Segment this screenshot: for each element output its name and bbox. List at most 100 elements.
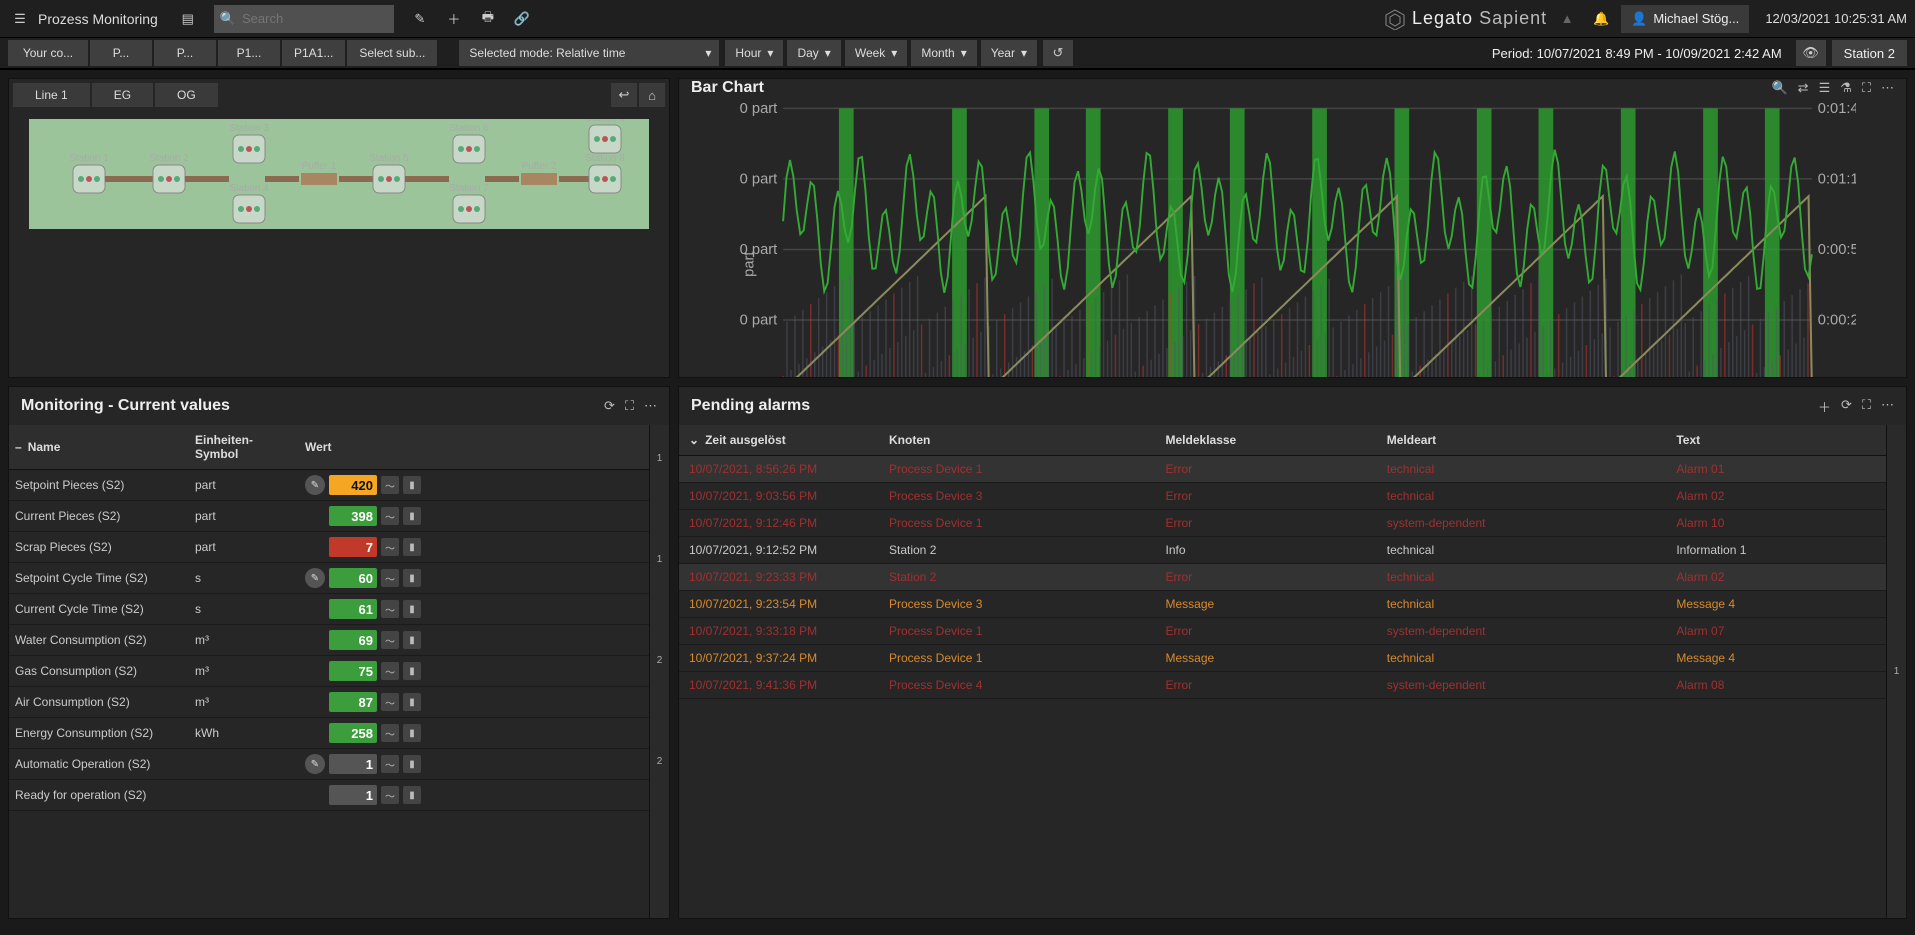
bars-icon[interactable]: ▮ (403, 507, 421, 525)
list-icon[interactable]: ▤ (174, 5, 202, 33)
search-box[interactable]: 🔍 (214, 5, 394, 33)
bars-icon[interactable]: ▮ (403, 538, 421, 556)
alarm-row[interactable]: 10/07/2021, 9:03:56 PMProcess Device 3Er… (679, 483, 1886, 510)
add-icon[interactable]: ＋ (440, 5, 468, 33)
refresh-icon[interactable]: ⟳ (1841, 397, 1852, 416)
trend-icon[interactable]: 〜 (381, 600, 399, 618)
bars-icon[interactable]: ▮ (403, 600, 421, 618)
al-col-kind[interactable]: Meldeart (1377, 425, 1667, 456)
zoom-icon[interactable]: 🔍 (1771, 80, 1787, 96)
print-icon[interactable]: 🖶 (474, 5, 502, 33)
bars-icon[interactable]: ▮ (403, 786, 421, 804)
al-col-node[interactable]: Knoten (879, 425, 1156, 456)
cv-col-value[interactable]: Wert (299, 425, 649, 470)
trend-icon[interactable]: 〜 (381, 662, 399, 680)
trend-icon[interactable]: 〜 (381, 631, 399, 649)
list-view-icon[interactable]: ☰ (1819, 80, 1831, 96)
bars-icon[interactable]: ▮ (403, 569, 421, 587)
more-icon[interactable]: ⋯ (1881, 397, 1894, 416)
refresh-icon[interactable]: ⟳ (604, 398, 615, 414)
trend-icon[interactable]: 〜 (381, 693, 399, 711)
breadcrumb-item[interactable]: P1... (218, 40, 280, 66)
bars-icon[interactable]: ▮ (403, 693, 421, 711)
more-icon[interactable]: ⋯ (1881, 80, 1894, 96)
alarm-row[interactable]: 10/07/2021, 9:33:18 PMProcess Device 1Er… (679, 618, 1886, 645)
cv-row[interactable]: Scrap Pieces (S2)part7〜▮ (9, 532, 649, 563)
time-range-hour[interactable]: Hour ▾ (725, 40, 783, 66)
link-icon[interactable]: 🔗 (508, 5, 536, 33)
cv-row[interactable]: Gas Consumption (S2)m³75〜▮ (9, 656, 649, 687)
breadcrumb-item[interactable]: P... (90, 40, 152, 66)
cv-col-unit[interactable]: Einheiten-Symbol (189, 425, 299, 470)
trend-icon[interactable]: 〜 (381, 755, 399, 773)
cv-row[interactable]: Water Consumption (S2)m³69〜▮ (9, 625, 649, 656)
alarm-row[interactable]: 10/07/2021, 8:56:26 PMProcess Device 1Er… (679, 456, 1886, 483)
alarm-row[interactable]: 10/07/2021, 9:12:52 PMStation 2Infotechn… (679, 537, 1886, 564)
cv-col-name[interactable]: Name (28, 440, 61, 454)
breadcrumb-item[interactable]: P... (154, 40, 216, 66)
edit-icon[interactable]: ✎ (406, 5, 434, 33)
breadcrumb-item[interactable]: Select sub... (347, 40, 437, 66)
fullscreen-icon[interactable]: ⛶ (1862, 397, 1871, 416)
cv-row[interactable]: Air Consumption (S2)m³87〜▮ (9, 687, 649, 718)
filter-icon[interactable]: ⚗ (1840, 80, 1852, 96)
breadcrumb-item[interactable]: Your co... (8, 40, 88, 66)
alarm-row[interactable]: 10/07/2021, 9:12:46 PMProcess Device 1Er… (679, 510, 1886, 537)
time-range-day[interactable]: Day ▾ (787, 40, 840, 66)
trend-icon[interactable]: 〜 (381, 786, 399, 804)
warning-icon[interactable]: ▲ (1553, 5, 1581, 33)
trend-icon[interactable]: 〜 (381, 538, 399, 556)
topology-canvas[interactable]: Station 1Station 2Station 3Station 4Puff… (13, 115, 665, 373)
bars-icon[interactable]: ▮ (403, 476, 421, 494)
menu-icon[interactable]: ☰ (8, 11, 32, 27)
bell-icon[interactable]: 🔔 (1587, 5, 1615, 33)
time-range-month[interactable]: Month ▾ (911, 40, 976, 66)
add-alarm-icon[interactable]: ＋ (1818, 397, 1831, 416)
cv-row[interactable]: Automatic Operation (S2)✎1〜▮ (9, 749, 649, 780)
fullscreen-icon[interactable]: ⛶ (1862, 80, 1871, 96)
cv-row[interactable]: Current Pieces (S2)part398〜▮ (9, 501, 649, 532)
al-col-class[interactable]: Meldeklasse (1156, 425, 1377, 456)
time-range-year[interactable]: Year ▾ (981, 40, 1037, 66)
cv-row[interactable]: Setpoint Pieces (S2)part✎420〜▮ (9, 470, 649, 501)
breadcrumb-item[interactable]: P1A1... (282, 40, 345, 66)
trend-icon[interactable]: 〜 (381, 476, 399, 494)
cv-row[interactable]: Energy Consumption (S2)kWh258〜▮ (9, 718, 649, 749)
bars-icon[interactable]: ▮ (403, 755, 421, 773)
cv-row[interactable]: Setpoint Cycle Time (S2)s✎60〜▮ (9, 563, 649, 594)
station-chip[interactable]: Station 2 (1832, 40, 1907, 66)
cv-row[interactable]: Current Cycle Time (S2)s61〜▮ (9, 594, 649, 625)
topo-tab-eg[interactable]: EG (92, 83, 153, 107)
trend-icon[interactable]: 〜 (381, 569, 399, 587)
alarm-row[interactable]: 10/07/2021, 9:37:24 PMProcess Device 1Me… (679, 645, 1886, 672)
more-icon[interactable]: ⋯ (644, 398, 657, 414)
al-col-time[interactable]: Zeit ausgelöst (705, 433, 786, 447)
topo-back-icon[interactable]: ↩ (611, 83, 637, 107)
fullscreen-icon[interactable]: ⛶ (625, 398, 634, 414)
edit-value-icon[interactable]: ✎ (305, 754, 325, 774)
alarm-row[interactable]: 10/07/2021, 9:41:36 PMProcess Device 4Er… (679, 672, 1886, 699)
topo-home-icon[interactable]: ⌂ (639, 83, 665, 107)
search-input[interactable] (242, 11, 394, 26)
chart-body[interactable]: part0:00:00150 part0:00:25300 part0:00:5… (679, 97, 1906, 378)
clock: 12/03/2021 10:25:31 AM (1765, 11, 1907, 26)
bars-icon[interactable]: ▮ (403, 662, 421, 680)
user-chip[interactable]: 👤 Michael Stög... (1621, 5, 1749, 33)
bars-icon[interactable]: ▮ (403, 724, 421, 742)
topo-tab-og[interactable]: OG (155, 83, 218, 107)
mode-select[interactable]: Selected mode: Relative time ▾ (459, 40, 719, 66)
edit-value-icon[interactable]: ✎ (305, 568, 325, 588)
edit-value-icon[interactable]: ✎ (305, 475, 325, 495)
trend-icon[interactable]: 〜 (381, 507, 399, 525)
bars-icon[interactable]: ▮ (403, 631, 421, 649)
history-icon[interactable]: ↺ (1043, 40, 1073, 66)
swap-icon[interactable]: ⇄ (1798, 80, 1809, 96)
alarm-row[interactable]: 10/07/2021, 9:23:54 PMProcess Device 3Me… (679, 591, 1886, 618)
eye-icon[interactable]: 👁 (1796, 40, 1826, 66)
alarm-row[interactable]: 10/07/2021, 9:23:33 PMStation 2Errortech… (679, 564, 1886, 591)
cv-row[interactable]: Ready for operation (S2)1〜▮ (9, 780, 649, 811)
al-col-text[interactable]: Text (1666, 425, 1886, 456)
topo-tab-line 1[interactable]: Line 1 (13, 83, 90, 107)
trend-icon[interactable]: 〜 (381, 724, 399, 742)
time-range-week[interactable]: Week ▾ (845, 40, 908, 66)
